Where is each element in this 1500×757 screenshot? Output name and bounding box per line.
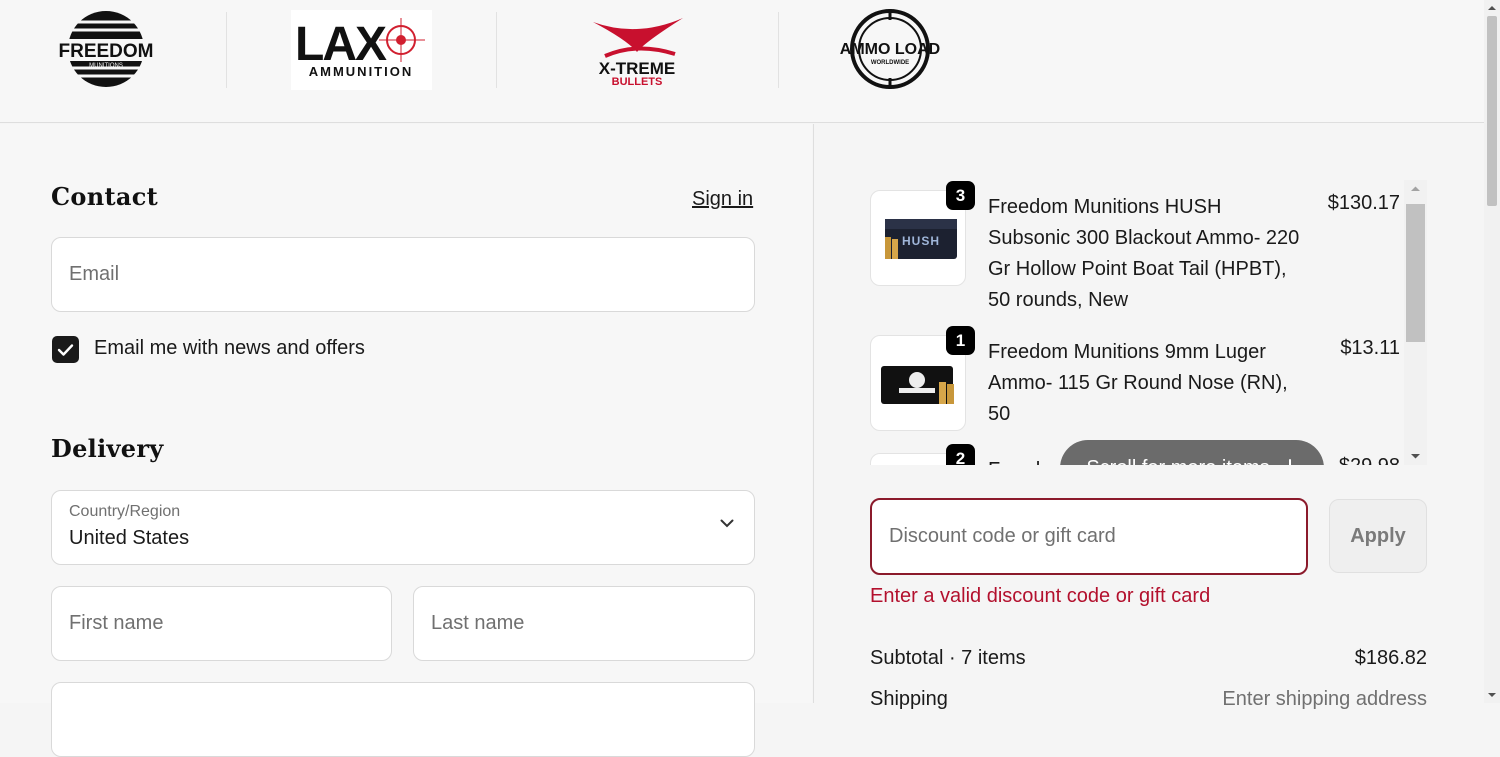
quantity-badge: 3 (946, 181, 975, 210)
item-name: Freedom Munitions HUSH Subsonic 300 Blac… (988, 196, 1300, 311)
discount-code-field[interactable] (870, 498, 1308, 575)
xtreme-logo-subtext: BULLETS (612, 76, 663, 88)
item-price: $29.98 (1339, 455, 1400, 465)
brand-header: FREEDOM MUNITIONS LAX AMMUNITION X-TREME… (0, 0, 1484, 123)
checkout-form: Contact Sign in Email me with news and o… (0, 124, 812, 757)
delivery-heading: Delivery (51, 434, 164, 463)
item-price: $130.17 (1327, 192, 1400, 214)
address-field[interactable] (51, 682, 755, 757)
page-scroll-down-arrow-icon[interactable] (1484, 690, 1500, 700)
newsletter-label[interactable]: Email me with news and offers (94, 337, 365, 360)
freedom-logo-text: FREEDOM (59, 41, 154, 62)
freedom-logo-subtext: MUNITIONS (89, 63, 123, 69)
first-name-input[interactable] (52, 587, 391, 660)
cart-scrollbar[interactable] (1404, 180, 1427, 465)
ammo-load-logo[interactable]: AMMO LOAD WORLDWIDE (840, 8, 940, 90)
country-select[interactable]: Country/Region United States (51, 490, 755, 565)
arrow-down-icon (1288, 459, 1291, 465)
item-name: Freedom Munitions 9mm Luger Ammo- 115 Gr… (988, 341, 1288, 425)
product-thumbnail: HUSH 3 (870, 181, 975, 286)
shipping-row: Shipping Enter shipping address (870, 688, 1427, 711)
subtotal-row: Subtotal · 7 items $186.82 (870, 647, 1427, 670)
first-name-field[interactable] (51, 586, 392, 661)
country-value: United States (69, 527, 190, 549)
scroll-up-arrow-icon[interactable] (1404, 184, 1427, 194)
ammo-load-logo-text: AMMO LOAD (840, 41, 940, 58)
email-field[interactable] (51, 237, 755, 312)
apply-discount-button[interactable]: Apply (1329, 499, 1427, 573)
page-scrollbar[interactable] (1484, 0, 1500, 703)
cart-item: 1 Freedom Munitions 9mm Luger Ammo- 115 … (870, 325, 1400, 445)
item-price: $13.11 (1340, 337, 1400, 359)
shipping-label: Shipping (870, 688, 948, 710)
quantity-badge: 1 (946, 326, 975, 355)
last-name-input[interactable] (414, 587, 754, 660)
product-thumbnail: 1 (870, 326, 975, 431)
cart-scrollbar-thumb[interactable] (1406, 204, 1425, 342)
lax-logo-subtext: AMMUNITION (309, 64, 414, 79)
contact-heading: Contact (51, 182, 158, 211)
svg-text:HUSH: HUSH (902, 234, 940, 248)
ammo-load-logo-subtext: WORLDWIDE (871, 60, 909, 66)
page-scrollbar-thumb[interactable] (1487, 16, 1497, 206)
cart-item: HUSH 3 Freedom Munitions HUSH Subsonic 3… (870, 180, 1400, 325)
page-scroll-up-arrow-icon[interactable] (1484, 3, 1500, 13)
email-input[interactable] (52, 238, 754, 311)
header-divider (226, 12, 227, 88)
header-divider (496, 12, 497, 88)
subtotal-value: $186.82 (1354, 647, 1427, 669)
chevron-down-icon (720, 519, 734, 528)
scroll-more-items-button[interactable]: Scroll for more items (1060, 440, 1324, 465)
checkmark-icon (57, 343, 74, 356)
country-label: Country/Region (69, 503, 181, 520)
subtotal-label: Subtotal · 7 items (870, 647, 1026, 669)
xtreme-bullets-logo[interactable]: X-TREME BULLETS (585, 8, 689, 90)
freedom-munitions-logo[interactable]: FREEDOM MUNITIONS (48, 8, 164, 90)
last-name-field[interactable] (413, 586, 755, 661)
quantity-badge: 2 (946, 444, 975, 465)
shipping-value: Enter shipping address (1222, 688, 1427, 710)
product-thumbnail: 2 (870, 444, 975, 465)
header-divider (778, 12, 779, 88)
discount-error-message: Enter a valid discount code or gift card (870, 585, 1211, 607)
discount-code-input[interactable] (872, 500, 1306, 573)
order-summary: HUSH 3 Freedom Munitions HUSH Subsonic 3… (813, 124, 1484, 710)
lax-ammunition-logo[interactable]: LAX AMMUNITION (291, 10, 432, 90)
sign-in-link[interactable]: Sign in (692, 188, 753, 211)
newsletter-checkbox[interactable] (52, 336, 79, 363)
scroll-down-arrow-icon[interactable] (1404, 451, 1427, 461)
scroll-hint-label: Scroll for more items (1086, 457, 1269, 466)
cart-items-list[interactable]: HUSH 3 Freedom Munitions HUSH Subsonic 3… (870, 180, 1428, 465)
